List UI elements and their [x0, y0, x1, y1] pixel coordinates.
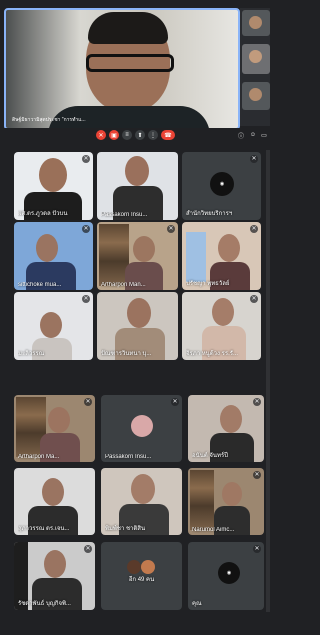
captions-icon[interactable]: ≡	[122, 130, 132, 140]
present-icon[interactable]: ⬆	[135, 130, 145, 140]
mic-off-icon: ✕	[250, 225, 258, 233]
mic-off-icon: ✕	[253, 471, 261, 479]
participant-name: จิรภา หนูด้วง รร.รั...	[186, 351, 238, 357]
call-toolbar: ✕ ▣ ≡ ⬆ ⋮ ☎ ⓘ ☺ ▭	[0, 128, 270, 144]
thumbnail[interactable]	[242, 82, 270, 110]
participant-name: ผศ.ดร.ภูวดล ปัวบน	[18, 211, 68, 217]
participant-name: Passakorn Insu...	[105, 454, 152, 460]
participant-name: รัชดาพันธ์ บุญกิจพิ...	[18, 601, 71, 607]
mic-off-icon[interactable]: ✕	[96, 130, 106, 140]
mic-off-icon: ✕	[253, 398, 261, 406]
participant-tile[interactable]: ✕ จิรภา หนูด้วง รร.รั...	[182, 292, 261, 360]
participant-tile[interactable]: ✕ Artharpon Ma...	[14, 395, 95, 462]
more-participants-tile[interactable]: อีก 49 คน	[101, 542, 182, 610]
mic-off-icon: ✕	[253, 545, 261, 553]
chat-icon[interactable]: ▭	[259, 130, 269, 140]
more-participants-label: อีก 49 คน	[128, 577, 155, 583]
participant-tile[interactable]: ✕ Narumol Aimc...	[188, 468, 264, 535]
participant-tile[interactable]: ◉ ✕ สำนักวิทยบริการฯ	[182, 152, 261, 220]
mic-off-icon: ✕	[82, 295, 90, 303]
bottom-area	[0, 612, 270, 635]
main-speaker-video[interactable]: ดิษฐ์มิธาวามิสุดประชา "การทำแ...	[4, 8, 240, 130]
participant-tile[interactable]: สุภาวรรณ ดร.เจน...	[14, 468, 95, 535]
participant-name: Passakorn Insu...	[101, 212, 148, 218]
mic-off-icon: ✕	[250, 295, 258, 303]
main-speaker-glasses	[86, 54, 174, 72]
mic-off-icon: ✕	[82, 155, 90, 163]
mic-off-icon: ✕	[82, 225, 90, 233]
people-icon[interactable]: ☺	[248, 130, 258, 140]
participant-name: Narumol Aimc...	[192, 527, 235, 533]
avatar	[141, 560, 155, 574]
thumbnail[interactable]	[242, 44, 270, 74]
participant-tile[interactable]: ✕ รัชดาพันธ์ บุญกิจพิ...	[14, 542, 95, 610]
participant-name: Artharpon Man...	[101, 282, 146, 288]
participant-tile[interactable]: Passakorn Insu...	[97, 152, 178, 220]
avatar	[131, 415, 153, 437]
mic-off-icon: ✕	[250, 155, 258, 163]
participant-tile[interactable]: ✕ อนันต์ จันทร์ปี	[188, 395, 264, 462]
participant-name: พิมพ์ชา ชาติสิน	[105, 526, 146, 532]
participant-tile[interactable]: ✕ Artharpon Man...	[97, 222, 178, 290]
participant-name: Artharpon Ma...	[18, 454, 60, 460]
more-icon[interactable]: ⋮	[148, 130, 158, 140]
main-speaker-hair	[88, 12, 168, 44]
mic-off-icon: ✕	[84, 398, 92, 406]
participant-name: ปัณฑารวินทนา บุ...	[101, 351, 152, 357]
avatar: ◉	[218, 562, 240, 584]
mic-off-icon: ✕	[84, 545, 92, 553]
participant-tile[interactable]: ✕ sittichoke mua...	[14, 222, 93, 290]
avatar: ◉	[210, 172, 234, 196]
participant-tile[interactable]: ✕ Passakorn Insu...	[101, 395, 182, 462]
participant-name: มะลิวรรณ	[18, 351, 45, 357]
participant-name: sittichoke mua...	[18, 282, 62, 288]
participant-tile[interactable]: ✕ มะลิวรรณ	[14, 292, 93, 360]
participant-name: ปรัชญา พุทธวัลย์	[186, 281, 230, 287]
participant-name: สุภาวรรณ ดร.เจน...	[18, 526, 70, 532]
avatar	[127, 560, 141, 574]
end-call-icon[interactable]: ☎	[161, 130, 175, 140]
participant-tile[interactable]: ปัณฑารวินทนา บุ...	[97, 292, 178, 360]
main-speaker-name: ดิษฐ์มิธาวามิสุดประชา "การทำแ...	[12, 117, 86, 123]
participant-tile[interactable]: ✕ ผศ.ดร.ภูวดล ปัวบน	[14, 152, 93, 220]
mic-off-icon: ✕	[167, 225, 175, 233]
scrollbar[interactable]	[266, 150, 270, 635]
participant-tile[interactable]: พิมพ์ชา ชาติสิน	[101, 468, 182, 535]
camera-off-icon[interactable]: ▣	[109, 130, 119, 140]
self-tile[interactable]: ◉ ✕ คุณ	[188, 542, 264, 610]
info-icon[interactable]: ⓘ	[236, 130, 246, 140]
participant-name: อนันต์ จันทร์ปี	[192, 453, 228, 459]
mic-off-icon: ✕	[171, 398, 179, 406]
thumbnail[interactable]	[242, 10, 270, 36]
participant-name: สำนักวิทยบริการฯ	[186, 211, 233, 217]
participant-tile[interactable]: ✕ ปรัชญา พุทธวัลย์	[182, 222, 261, 290]
participant-name: คุณ	[192, 601, 202, 607]
